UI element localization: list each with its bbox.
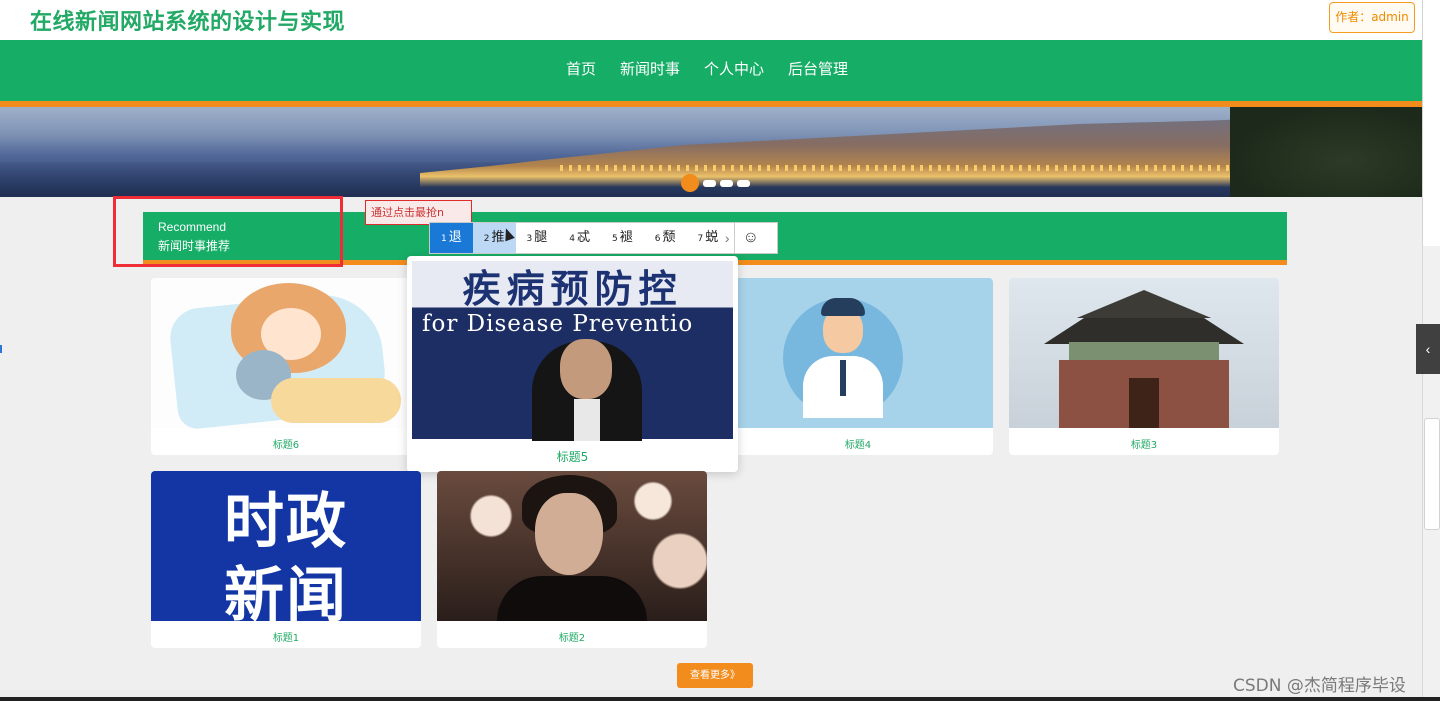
side-panel-middle [1424, 418, 1440, 530]
news-card-image[interactable]: 时政 新闻 [151, 471, 421, 631]
ime-candidate-number: 1 [441, 234, 447, 244]
ime-candidate-char: 褪 [619, 230, 633, 245]
illustration-tie [840, 360, 846, 396]
ime-candidate-number: 5 [612, 234, 618, 244]
ime-candidate-bar: 1退 2推 3腿 4忒 5褪 6颓 7蜕 › ☺ [429, 222, 778, 254]
ime-candidate-number: 2 [483, 234, 490, 244]
news-card-5-hovered[interactable]: 疾病预防控 for Disease Preventio 标题5 [407, 256, 738, 472]
news-card-image[interactable] [1009, 278, 1279, 428]
nav-item-user-center[interactable]: 个人中心 [698, 58, 770, 79]
author-button[interactable]: 作者：admin [1329, 2, 1415, 33]
watermark-text: CSDN @杰简程序毕设 [1233, 676, 1406, 696]
ime-candidate-number: 7 [697, 234, 704, 244]
view-more-button[interactable]: 查看更多》 [677, 663, 753, 688]
site-title[interactable]: 在线新闻网站系统的设计与实现 [30, 4, 345, 36]
press-backdrop-english: for Disease Preventio [422, 311, 694, 337]
ime-candidate-char: 颓 [662, 230, 676, 245]
news-card-6[interactable]: 标题6 [151, 278, 421, 455]
news-card-1[interactable]: 时政 新闻 标题1 [151, 471, 421, 648]
ime-candidate-char: 忒 [576, 230, 590, 245]
news-card-title[interactable]: 标题1 [151, 629, 421, 644]
news-card-title[interactable]: 标题6 [151, 436, 421, 451]
nav-item-home[interactable]: 首页 [560, 58, 602, 79]
side-panel-top [1422, 0, 1440, 246]
illustration-blanket [271, 378, 401, 423]
speaker-face [560, 339, 612, 399]
ime-candidate-7[interactable]: 7蜕 [687, 223, 721, 253]
banner-dot[interactable] [720, 179, 733, 187]
news-card-image[interactable] [723, 278, 993, 428]
news-card-3[interactable]: 标题3 [1009, 278, 1279, 455]
nav-item-news[interactable]: 新闻时事 [614, 58, 686, 79]
ime-candidate-number: 3 [526, 234, 533, 244]
page: 在线新闻网站系统的设计与实现 作者：admin 首页 新闻时事 个人中心 后台管… [0, 0, 1422, 701]
ime-candidate-1[interactable]: 1退 [430, 223, 473, 253]
emoji-icon[interactable]: ☺ [734, 223, 766, 253]
press-backdrop-chinese: 疾病预防控 [462, 266, 683, 311]
news-card-image[interactable] [151, 278, 421, 431]
ime-candidate-3[interactable]: 3腿 [516, 223, 559, 253]
ime-candidate-char: 腿 [534, 230, 548, 245]
banner-dot[interactable] [737, 179, 750, 187]
pavilion-lower-roof [1044, 318, 1244, 344]
pavilion-door [1129, 378, 1159, 428]
ime-candidate-number: 4 [569, 234, 575, 244]
main-navbar: 首页 新闻时事 个人中心 后台管理 [0, 40, 1422, 101]
ime-candidate-char: 退 [448, 230, 462, 245]
chevron-right-icon[interactable]: › [720, 223, 734, 253]
banner-dot[interactable] [703, 179, 716, 187]
sidebar-toggle-chevron-left-icon[interactable]: ‹ [1416, 324, 1440, 374]
ime-candidate-6[interactable]: 6颓 [644, 223, 687, 253]
top-bar: 在线新闻网站系统的设计与实现 作者：admin [0, 0, 1422, 40]
news-card-title[interactable]: 标题2 [437, 629, 707, 644]
news-card-image[interactable] [437, 471, 707, 621]
news-card-4[interactable]: 标题4 [723, 278, 993, 455]
ime-candidate-char: 蜕 [705, 230, 719, 245]
nav-item-admin[interactable]: 后台管理 [782, 58, 854, 79]
news-card-title[interactable]: 标题5 [407, 448, 738, 465]
news-card-image[interactable]: 疾病预防控 for Disease Preventio [412, 261, 733, 441]
news-card-title[interactable]: 标题4 [723, 436, 993, 451]
window-bottom-edge [0, 697, 1440, 701]
banner-pagination [681, 174, 750, 192]
news-card-title[interactable]: 标题3 [1009, 436, 1279, 451]
ime-candidate-number: 6 [654, 234, 661, 244]
pavilion-upper-roof [1076, 290, 1212, 318]
nav-list: 首页 新闻时事 个人中心 后台管理 [560, 58, 854, 79]
banner-dot-active[interactable] [681, 174, 699, 192]
banner-city [420, 117, 1300, 187]
portrait-body [497, 576, 647, 621]
speaker-shirt [574, 399, 600, 441]
illustration-hair [821, 298, 865, 316]
banner-hill [1230, 107, 1422, 197]
pavilion-band [1069, 342, 1219, 360]
annotation-highlight-box [113, 196, 343, 267]
graphic-text-line2: 新闻 [224, 561, 348, 631]
portrait-face [535, 493, 603, 575]
edge-indicator [0, 345, 2, 353]
ime-candidate-4[interactable]: 4忒 [558, 223, 601, 253]
news-card-2[interactable]: 标题2 [437, 471, 707, 648]
banner-city-lights [560, 165, 1300, 171]
ime-candidate-5[interactable]: 5褪 [601, 223, 644, 253]
